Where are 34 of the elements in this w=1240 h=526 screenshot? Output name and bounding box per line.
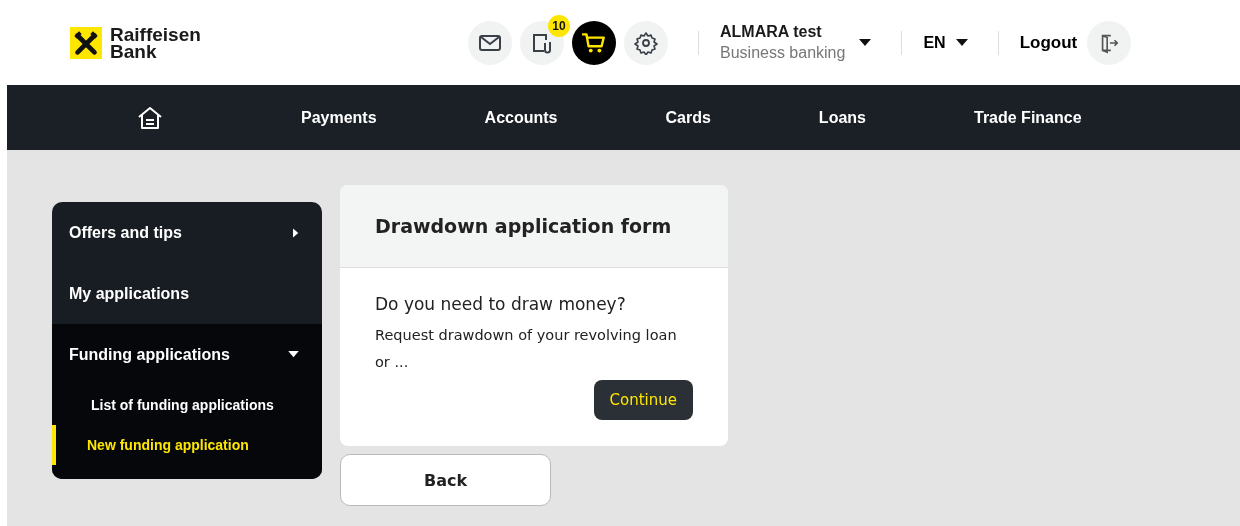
sidebar-item[interactable]: Funding applications — [52, 324, 322, 385]
user-subtitle: Business banking — [720, 44, 846, 62]
nav-link[interactable]: Cards — [665, 108, 711, 127]
sidebar-subitem[interactable]: New funding application — [52, 425, 322, 465]
continue-button[interactable]: Continue — [593, 380, 693, 420]
settings-icon — [634, 30, 658, 55]
logout-button[interactable]: Logout — [1019, 32, 1078, 53]
card-text: Request drawdown of your revolving loan or ... — [375, 326, 678, 372]
user-menu[interactable]: ALMARA test Business banking — [720, 23, 872, 62]
sidebar-item[interactable]: Offers and tips — [52, 202, 322, 263]
card-title: Drawdown application form — [375, 215, 672, 237]
logo-text: Bank — [110, 42, 157, 60]
back-button[interactable]: Back — [340, 454, 551, 506]
sidebar-item[interactable]: My applications — [52, 263, 322, 324]
user-name: ALMARA test — [720, 23, 823, 41]
caret-down-icon — [288, 351, 299, 358]
documents-button[interactable] — [520, 20, 564, 65]
nav-link[interactable]: Payments — [301, 108, 377, 127]
nav-link[interactable]: Loans — [818, 108, 866, 127]
caret-icon — [955, 38, 968, 47]
sidebar-subitem[interactable]: List of funding applications — [52, 385, 322, 425]
settings-button[interactable] — [624, 20, 668, 65]
mail-button[interactable] — [468, 20, 512, 65]
count-badge: 10 — [548, 14, 570, 37]
cart-button[interactable] — [572, 20, 616, 65]
caret-icon — [859, 38, 872, 47]
nav-link[interactable]: Accounts — [484, 108, 558, 127]
caret-right-icon — [293, 227, 299, 238]
logo-icon — [70, 26, 102, 59]
logo-text: Raiffeisen — [110, 25, 201, 43]
card-question: Do you need to draw money? — [375, 294, 627, 314]
language-select[interactable]: EN — [923, 33, 968, 52]
nav-link[interactable]: Trade Finance — [974, 108, 1082, 127]
home-icon[interactable] — [137, 104, 163, 131]
